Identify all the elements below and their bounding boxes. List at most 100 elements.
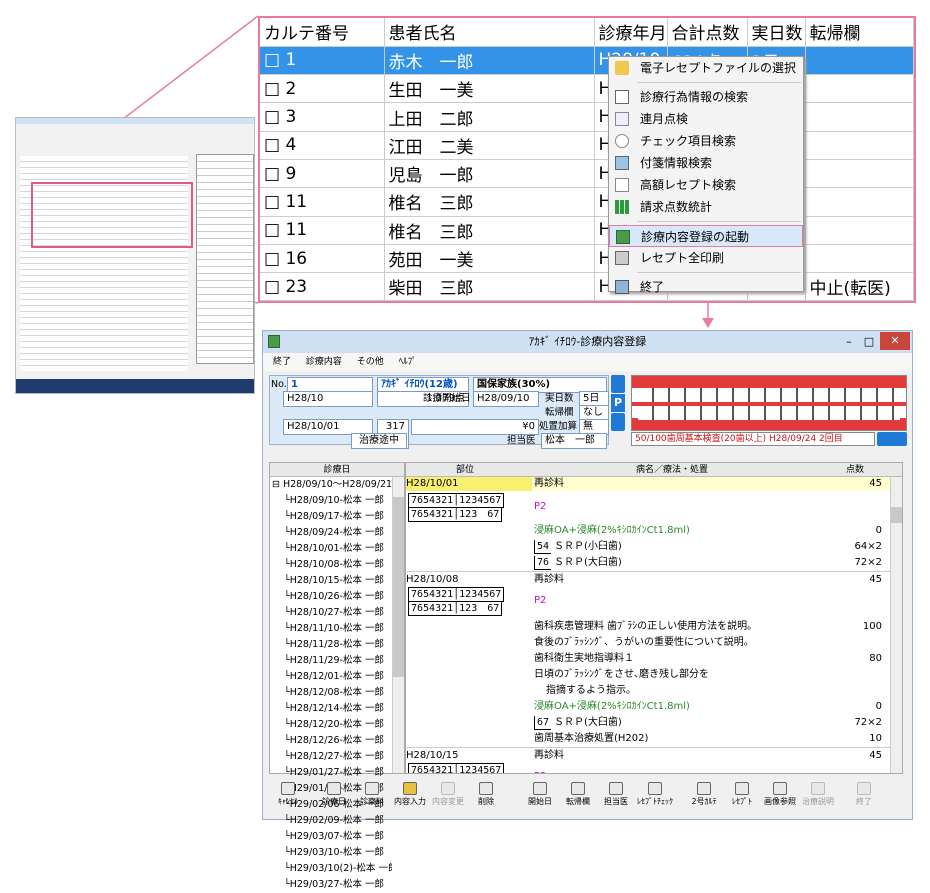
tree-item[interactable]: └H28/12/26-松本 一郎: [270, 733, 392, 749]
menu-item-launch-registration[interactable]: 診療内容登録の起動: [609, 225, 803, 247]
procedure-text: ＳＲＰ(小臼歯): [554, 541, 622, 552]
tree-item-label: H28/10/08-松本 一郎: [289, 559, 384, 570]
tree-item[interactable]: └H28/10/15-松本 一郎: [270, 573, 392, 589]
table-row[interactable]: □ 23 柴田 三郎 H 中止(転医): [260, 272, 914, 302]
tree-item[interactable]: └H28/12/14-松本 一郎: [270, 701, 392, 717]
doctor-button[interactable]: 担当医: [599, 780, 633, 812]
tree-root[interactable]: ⊟ H28/09/10～H28/09/21: [270, 477, 404, 493]
chart2-button[interactable]: 2号ｶﾙﾃ: [687, 780, 721, 812]
days-label: 実日数: [545, 393, 574, 404]
visit-date-c[interactable]: H28/10/15: [406, 748, 458, 764]
menu-other[interactable]: その他: [357, 357, 384, 367]
close-button[interactable]: ✕: [880, 332, 910, 350]
tree-item[interactable]: └H29/02/09-松本 一郎: [270, 813, 392, 829]
tree-item[interactable]: └H28/09/10-松本 一郎: [270, 493, 392, 509]
menu-item-monthly-check[interactable]: 連月点検: [609, 108, 803, 130]
menu-help[interactable]: ﾍﾙﾌﾟ: [399, 357, 417, 367]
tree-item[interactable]: └H29/03/10-松本 一郎: [270, 845, 392, 861]
tree-item[interactable]: └H28/12/01-松本 一郎: [270, 669, 392, 685]
menu-item-select-file[interactable]: 電子レセプトファイルの選択: [609, 57, 803, 79]
tooth-icon-button[interactable]: [611, 413, 625, 431]
yen-field: ¥0: [411, 419, 539, 435]
table-row[interactable]: □ 9 児島 一郎 H: [260, 159, 914, 189]
exit-button[interactable]: 終了: [847, 780, 881, 812]
table-row[interactable]: □ 1赤木 一郎H28/10634点3日: [260, 46, 914, 76]
tree-item[interactable]: └H28/09/24-松本 一郎: [270, 525, 392, 541]
table-row[interactable]: □ 16 苑田 一美 H: [260, 244, 914, 274]
monitor-icon: [773, 782, 787, 795]
points-text: 0: [875, 701, 882, 712]
tree-item-label: H28/12/01-松本 一郎: [289, 671, 384, 682]
receipt-button[interactable]: ﾚｾﾌﾟﾄ: [725, 780, 759, 812]
tree-item[interactable]: └H29/03/07-松本 一郎: [270, 829, 392, 845]
col-outcome: 転帰欄: [805, 18, 914, 47]
minimize-button[interactable]: –: [840, 331, 858, 353]
check-list-icon: [615, 112, 629, 126]
image-view-button[interactable]: 画像参照: [763, 780, 797, 812]
tooth-formula: 76: [534, 556, 552, 570]
table-row[interactable]: □ 2 生田 一美 H: [260, 74, 914, 104]
tree-item-label: H28/12/14-松本 一郎: [289, 703, 384, 714]
tree-item[interactable]: └H28/10/08-松本 一郎: [270, 557, 392, 573]
table-row[interactable]: □ 11 椎名 三郎 H: [260, 216, 914, 245]
menu-item-billing-stats[interactable]: 請求点数統計: [609, 196, 803, 218]
menu-exit[interactable]: 終了: [273, 357, 291, 367]
points-text: 80: [869, 653, 882, 664]
tree-item[interactable]: └H28/12/08-松本 一郎: [270, 685, 392, 701]
dental-chart[interactable]: [631, 375, 907, 431]
menu-item-note-search[interactable]: 付箋情報検索: [609, 152, 803, 174]
tree-item[interactable]: └H29/03/10(2)-松本 一郎: [270, 861, 392, 877]
receipt-check-button[interactable]: ﾚｾﾌﾟﾄﾁｪｯｸ: [635, 780, 675, 812]
patient-list-zoom: カルテ番号 患者氏名 診療年月 合計点数 実日数 転帰欄 □ 1赤木 一郎H28…: [258, 16, 916, 303]
start-date-button[interactable]: 開始日: [523, 780, 557, 812]
chart-settings-button[interactable]: [877, 432, 907, 446]
tree-item[interactable]: └H28/12/27-松本 一郎: [270, 749, 392, 765]
table-row[interactable]: □ 11 椎名 三郎 H: [260, 187, 914, 217]
tree-item[interactable]: └H28/10/27-松本 一郎: [270, 605, 392, 621]
menu-item-print-all[interactable]: レセプト全印刷: [609, 247, 803, 269]
eraser-icon: [441, 782, 455, 795]
table-row[interactable]: □ 4 江田 二美 H: [260, 131, 914, 160]
cancel-button[interactable]: ｷｬﾝｾﾙ: [271, 780, 305, 812]
content-input-button[interactable]: 内容入力: [393, 780, 427, 812]
grid-scrollbar[interactable]: [890, 477, 902, 773]
visit-date-a[interactable]: H28/10/01: [406, 477, 532, 491]
tree-item[interactable]: └H28/10/01-松本 一郎: [270, 541, 392, 557]
notice-banner: 50/100歯周基本検査(20歯以上) H28/09/24 2回目: [631, 432, 875, 446]
visit-date-button[interactable]: 診療日: [317, 780, 351, 812]
exit-icon: [857, 782, 871, 795]
consult-fee-button[interactable]: 診察料: [355, 780, 389, 812]
menu-item-exit[interactable]: 終了: [609, 276, 803, 298]
tree-item[interactable]: └H28/12/20-松本 一郎: [270, 717, 392, 733]
delete-button[interactable]: 削除: [469, 780, 503, 812]
menu-item-search-procedures[interactable]: 診療行為情報の検索: [609, 86, 803, 108]
tree-item[interactable]: └H28/11/10-松本 一郎: [270, 621, 392, 637]
procedure-text: 再診料: [534, 574, 564, 585]
tree-item[interactable]: └H28/11/28-松本 一郎: [270, 637, 392, 653]
p-icon-button[interactable]: P: [611, 394, 625, 412]
table-row[interactable]: □ 3 上田 二郎 H: [260, 102, 914, 132]
points-text: 45: [869, 750, 882, 761]
tree-item[interactable]: └H29/03/27-松本 一郎: [270, 877, 392, 893]
doctor-field[interactable]: 松本 一郎: [541, 433, 607, 449]
tree-item[interactable]: └H28/11/29-松本 一郎: [270, 653, 392, 669]
menu-bar: 終了 診療内容 その他 ﾍﾙﾌﾟ: [263, 353, 912, 371]
outcome-button[interactable]: 転帰欄: [561, 780, 595, 812]
tree-item[interactable]: └H28/09/17-松本 一郎: [270, 509, 392, 525]
tree-list: └H28/09/10-松本 一郎 └H28/09/17-松本 一郎 └H28/09/…: [270, 493, 404, 893]
insurance-icon-button[interactable]: [611, 375, 625, 393]
tree-item-label: H28/09/17-松本 一郎: [289, 511, 384, 522]
menu-item-high-cost-search[interactable]: 高額レセプト検索: [609, 174, 803, 196]
desktop-thumbnail: [15, 117, 255, 394]
points-text: 64×2: [854, 541, 882, 552]
menu-content[interactable]: 診療内容: [306, 357, 342, 367]
tree-item[interactable]: └H28/10/26-松本 一郎: [270, 589, 392, 605]
tree-scrollbar[interactable]: [392, 477, 404, 773]
treatment-explain-button[interactable]: 治療説明: [801, 780, 835, 812]
maximize-button[interactable]: □: [860, 331, 878, 353]
col-site: 部位: [456, 465, 475, 475]
tree-item[interactable]: └H29/01/27-松本 一郎: [270, 765, 392, 781]
visit-date-b[interactable]: H28/10/08: [406, 572, 458, 588]
content-edit-button[interactable]: 内容変更: [431, 780, 465, 812]
menu-item-check-search[interactable]: チェック項目検索: [609, 130, 803, 152]
